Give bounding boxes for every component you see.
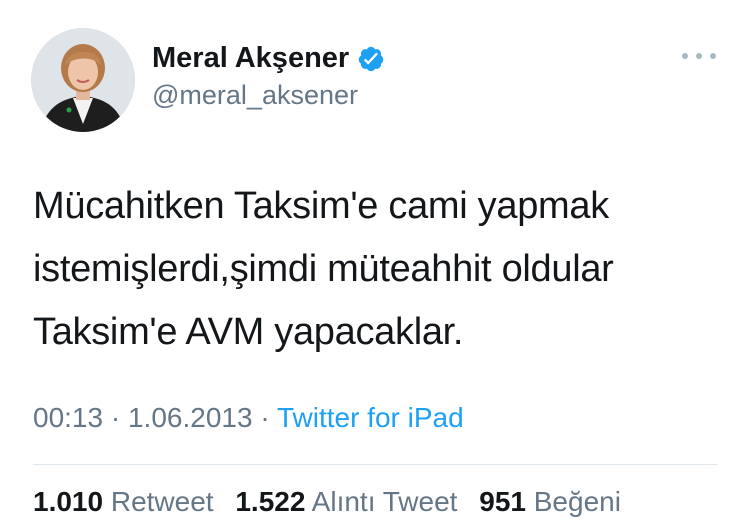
tweet-date[interactable]: 1.06.2013 [128,402,253,433]
display-name[interactable]: Meral Akşener [152,42,385,75]
tweet-text-line: istemişlerdi,şimdi müteahhit oldular [33,248,614,290]
tweet-time[interactable]: 00:13 [33,402,103,433]
quote-tweets-stat[interactable]: 1.522 Alıntı Tweet [235,486,457,517]
divider [33,464,717,465]
tweet-text: Mücahitken Taksim'e cami yapmak istemişl… [33,175,713,364]
tweet-text-line: Taksim'e AVM yapacaklar. [33,311,464,353]
avatar[interactable] [31,28,135,132]
tweet-source-link[interactable]: Twitter for iPad [277,402,464,433]
more-dot [682,53,688,59]
retweets-stat[interactable]: 1.010 Retweet [33,486,214,517]
tweet-stats: 1.010 Retweet 1.522 Alıntı Tweet 951 Beğ… [33,486,635,518]
quote-tweets-label: Alıntı Tweet [311,486,458,517]
more-options-icon[interactable] [682,46,716,66]
quote-tweets-count: 1.522 [235,486,306,517]
likes-count: 951 [479,486,526,517]
avatar-image [31,28,135,132]
verified-badge-icon [357,45,385,73]
user-handle[interactable]: @meral_aksener [152,80,358,111]
meta-separator: · [110,402,121,433]
tweet-meta: 00:13 · 1.06.2013 · Twitter for iPad [33,402,464,434]
display-name-text: Meral Akşener [152,42,350,74]
retweets-count: 1.010 [33,486,104,517]
more-dot [696,53,702,59]
likes-stat[interactable]: 951 Beğeni [479,486,621,517]
more-dot [710,53,716,59]
tweet-card: Meral Akşener @meral_aksener Mücahitken … [0,0,750,526]
retweets-label: Retweet [110,486,214,517]
tweet-text-line: Mücahitken Taksim'e cami yapmak [33,185,609,227]
likes-label: Beğeni [533,486,621,517]
meta-separator: · [260,402,270,433]
